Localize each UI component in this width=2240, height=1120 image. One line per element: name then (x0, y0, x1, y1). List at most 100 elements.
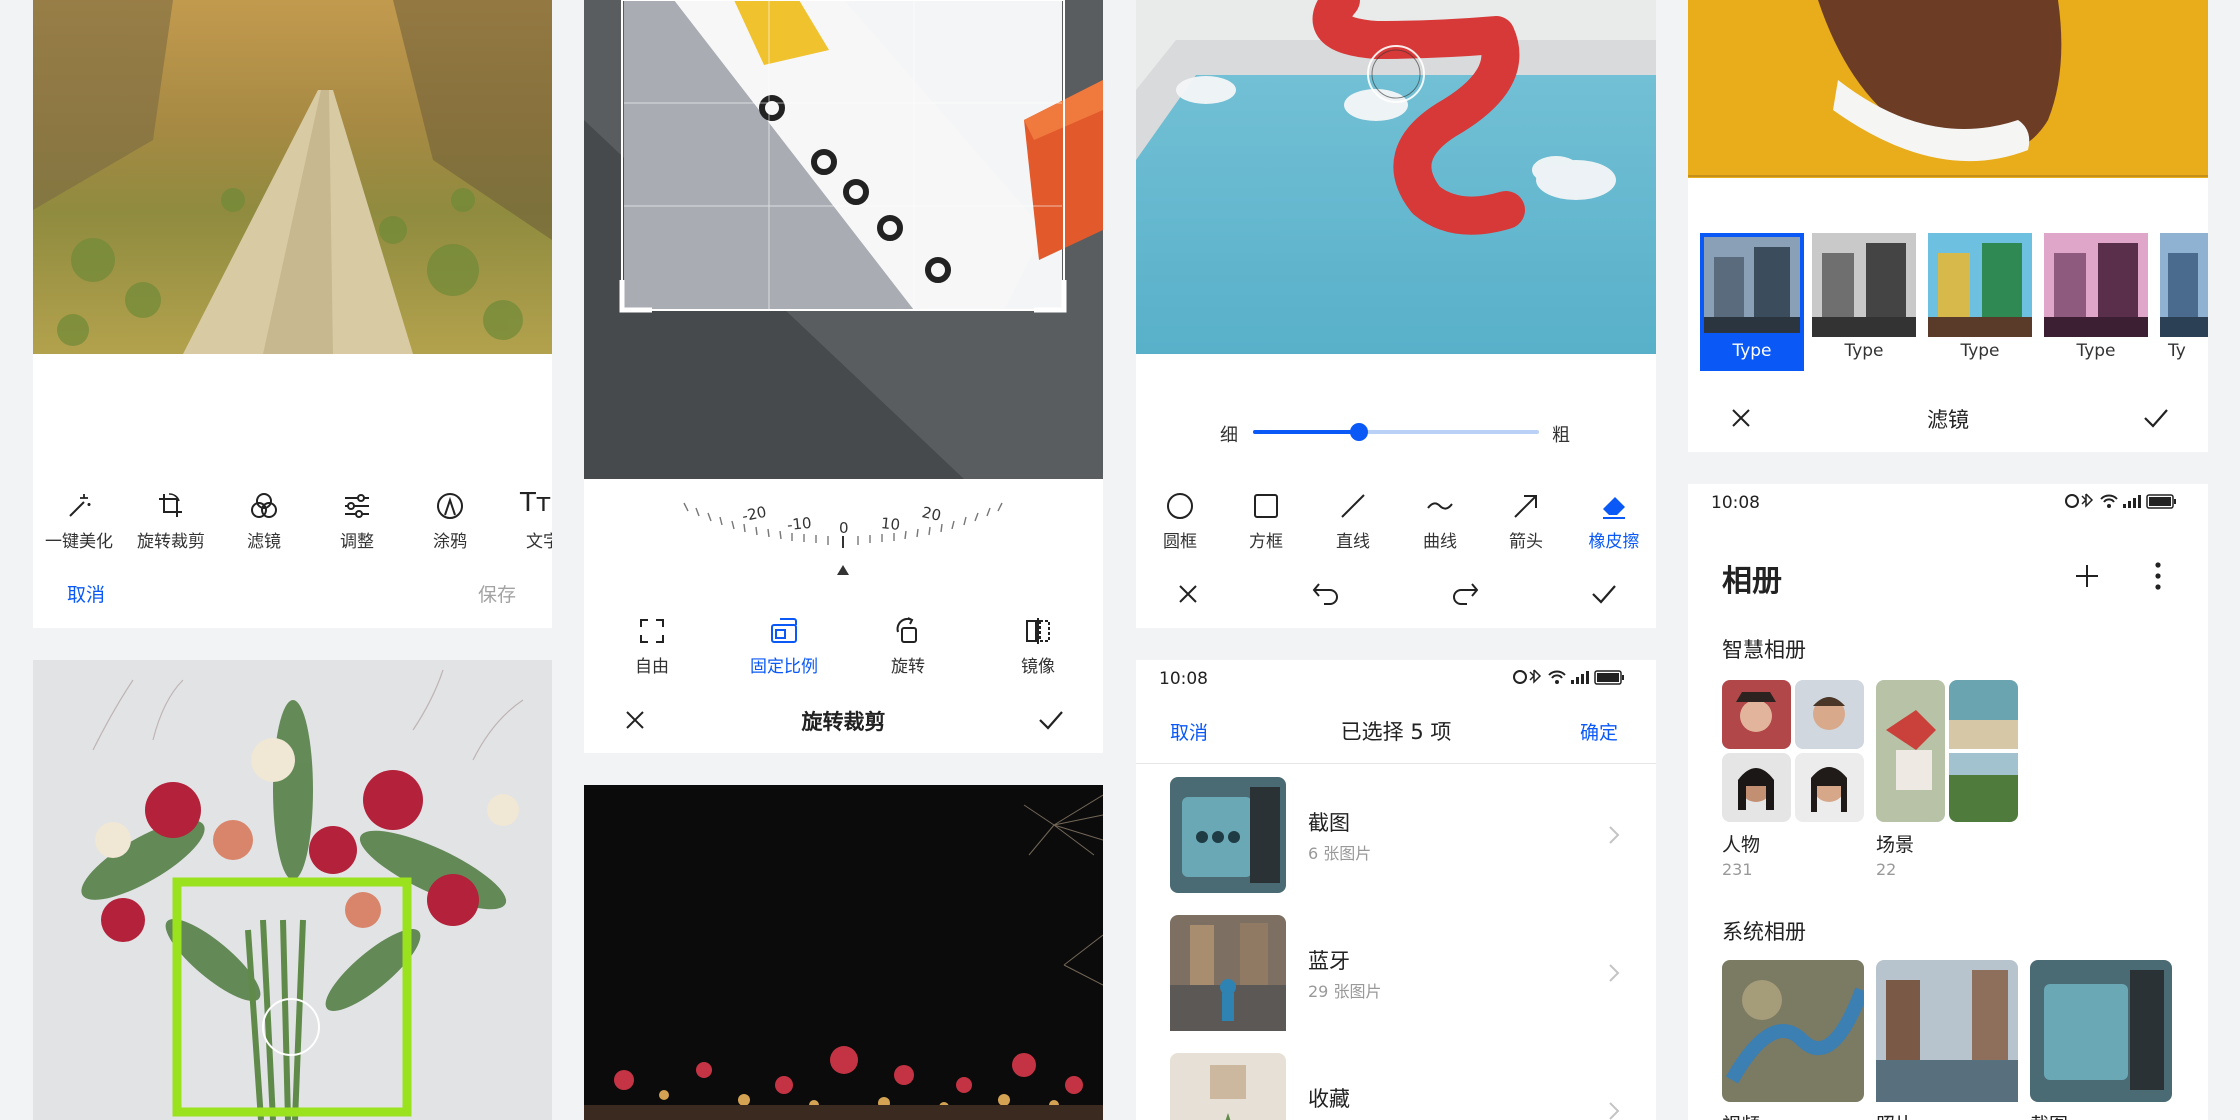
edit-panel: 一键美化 旋转裁剪 滤镜 调整 涂鸦 Tт 文字 取消 保存 (33, 0, 552, 628)
filter-icon (251, 493, 277, 518)
filter-panel: Type Type Type Type Ty 滤镜 (1688, 0, 2208, 452)
crop-rotate-panel: -20 -10 0 10 20 自由 固定比例 旋转 镜像 旋转裁剪 (584, 0, 1103, 753)
edit-tool-label: 调整 (340, 532, 374, 552)
system-album-name: 照片 (1876, 1110, 1914, 1120)
undo-icon[interactable] (1311, 581, 1341, 605)
crop-tool-free[interactable]: 自由 (614, 613, 690, 679)
filter-thumb[interactable]: Ty (2160, 233, 2208, 371)
filter-thumb[interactable]: Type (1812, 233, 1916, 371)
dial-tick-label: 10 (880, 514, 901, 534)
filter-title: 滤镜 (1927, 408, 1969, 432)
crop-tool-rotate[interactable]: 旋转 (870, 613, 946, 679)
brush-size-slider-fill (1253, 430, 1359, 434)
edit-tool-label: 涂鸦 (433, 532, 467, 552)
filter-label: Type (1960, 341, 2000, 361)
system-album-name: 视频 (1722, 1110, 1760, 1120)
system-album-screenshots[interactable]: 截图 (2030, 960, 2172, 1120)
chevron-right-icon (1609, 964, 1620, 982)
more-options-icon[interactable] (2154, 561, 2162, 591)
crop-title: 旋转裁剪 (801, 710, 886, 734)
filter-preview (1812, 233, 1916, 337)
fixed-ratio-icon (771, 618, 797, 643)
system-album-photos[interactable]: 照片 (1876, 960, 2018, 1120)
edit-tool-beautify[interactable]: 一键美化 (41, 488, 117, 554)
smart-album-people[interactable]: 人物 231 (1722, 680, 1864, 880)
album-thumbnail (2030, 960, 2172, 1102)
edit-tool-doodle[interactable]: 涂鸦 (412, 488, 488, 554)
add-icon[interactable] (2073, 562, 2101, 590)
line-icon (1341, 494, 1365, 518)
edit-tool-label: 文字 (526, 532, 552, 552)
filter-label: Type (1732, 341, 1772, 361)
crop-rotate-icon (159, 493, 182, 517)
confirm-check-icon[interactable] (1591, 583, 1617, 605)
doodle-tool-label: 箭头 (1509, 532, 1543, 552)
fireworks-photo-panel (584, 785, 1103, 1120)
model-photo (1688, 0, 2208, 178)
status-time: 10:08 (1159, 669, 1208, 689)
thick-label: 粗 (1552, 425, 1570, 446)
flower-bouquet-photo (33, 660, 552, 1120)
edit-tool-filter[interactable]: 滤镜 (226, 488, 302, 554)
doodle-tool-label: 橡皮擦 (1588, 532, 1640, 552)
smart-album-name: 人物 (1722, 834, 1761, 856)
system-album-name: 截图 (2030, 1110, 2068, 1120)
album-name: 截图 (1308, 811, 1350, 835)
section-title: 系统相册 (1722, 920, 1806, 944)
album-row-favorites[interactable]: 收藏 (1136, 1051, 1656, 1120)
system-album-video[interactable]: 视频 (1722, 960, 1864, 1120)
people-album-collage (1722, 680, 1864, 822)
album-row-bluetooth[interactable]: 蓝牙 29 张图片 (1136, 913, 1656, 1033)
boat-photo (624, 0, 1103, 310)
cancel-button[interactable]: 取消 (67, 580, 105, 607)
magic-wand-icon (69, 494, 91, 517)
mirror-icon (1026, 618, 1050, 644)
filter-label: Type (2076, 341, 2116, 361)
filter-thumb[interactable]: Type (2044, 233, 2148, 371)
doodle-pen-icon (437, 493, 463, 519)
crop-tool-fixed-ratio[interactable]: 固定比例 (739, 613, 829, 679)
confirm-button[interactable]: 确定 (1580, 718, 1618, 745)
rotate-icon (896, 617, 917, 643)
square-shape-icon (1254, 494, 1278, 518)
close-icon[interactable] (1177, 583, 1199, 605)
rotation-dial[interactable] (584, 495, 1103, 585)
curve-icon (1427, 502, 1453, 510)
crop-tool-label: 镜像 (1021, 657, 1055, 677)
album-thumbnail (1170, 777, 1286, 893)
doodle-panel: 细 粗 圆框 方框 直线 曲线 箭头 橡皮擦 (1136, 0, 1656, 628)
doodle-tool-line[interactable]: 直线 (1315, 488, 1391, 554)
desert-road-photo (33, 0, 552, 354)
album-thumbnail (1170, 915, 1286, 1031)
album-count: 29 张图片 (1308, 982, 1382, 1001)
smart-album-count: 22 (1876, 860, 1897, 879)
album-thumbnail (1722, 960, 1864, 1102)
album-row-screenshots[interactable]: 截图 6 张图片 (1136, 775, 1656, 895)
brush-size-slider[interactable] (1253, 423, 1539, 441)
circle-shape-icon (1167, 493, 1193, 519)
status-time: 10:08 (1711, 493, 1760, 513)
scenery-album-collage (1876, 680, 2018, 822)
thin-label: 细 (1220, 425, 1238, 446)
adjust-sliders-icon (345, 494, 369, 518)
edit-tool-text[interactable]: Tт 文字 (505, 488, 552, 554)
smart-album-scenery[interactable]: 场景 22 (1876, 680, 2018, 880)
crop-tool-mirror[interactable]: 镜像 (1000, 613, 1076, 679)
save-button[interactable]: 保存 (478, 580, 516, 607)
doodle-tool-label: 方框 (1249, 532, 1283, 552)
edit-tool-adjust[interactable]: 调整 (319, 488, 395, 554)
section-title: 智慧相册 (1722, 638, 1806, 662)
doodle-tool-square[interactable]: 方框 (1228, 488, 1304, 554)
confirm-check-icon[interactable] (2143, 407, 2169, 429)
confirm-check-icon[interactable] (1038, 709, 1064, 731)
redo-icon[interactable] (1450, 581, 1480, 605)
filter-thumb[interactable]: Type (1700, 233, 1804, 371)
doodle-tool-circle[interactable]: 圆框 (1142, 488, 1218, 554)
doodle-tool-eraser[interactable]: 橡皮擦 (1576, 488, 1652, 554)
doodle-tool-curve[interactable]: 曲线 (1402, 488, 1478, 554)
brush-size-slider-thumb[interactable] (1349, 423, 1368, 441)
selection-title: 已选择 5 项 (1340, 720, 1452, 744)
edit-tool-crop-rotate[interactable]: 旋转裁剪 (133, 488, 209, 554)
filter-thumb[interactable]: Type (1928, 233, 2032, 371)
doodle-tool-arrow[interactable]: 箭头 (1488, 488, 1564, 554)
